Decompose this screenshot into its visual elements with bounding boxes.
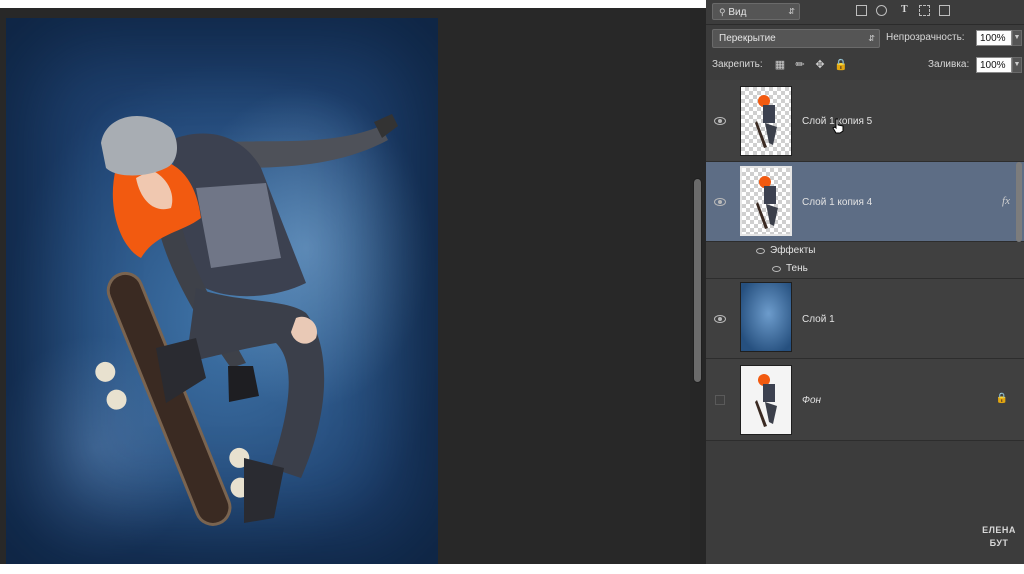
lock-all-icon[interactable]: 🔒 xyxy=(834,59,848,71)
layer-row-copy-5[interactable]: Слой 1 копия 5 xyxy=(706,80,1024,162)
filter-shape-icon[interactable] xyxy=(919,5,930,16)
document-canvas[interactable] xyxy=(6,18,438,564)
visibility-toggle-empty[interactable] xyxy=(715,395,725,405)
layer-name[interactable]: Слой 1 копия 4 xyxy=(802,197,872,208)
effect-name: Тень xyxy=(786,263,808,274)
effect-visibility-eye-icon[interactable] xyxy=(772,266,781,272)
lock-move-icon[interactable]: ✥ xyxy=(814,59,826,71)
fill-field[interactable]: 100% xyxy=(976,57,1012,73)
layer-thumbnail xyxy=(740,86,792,156)
updown-icon: ⇵ xyxy=(788,7,795,16)
layer-row-copy-4[interactable]: Слой 1 копия 4 fx xyxy=(706,162,1024,242)
opacity-label: Непрозрачность: xyxy=(886,32,965,43)
updown-icon: ⇵ xyxy=(868,34,875,43)
fill-label: Заливка: xyxy=(928,59,970,70)
layer-thumbnail xyxy=(740,166,792,236)
blend-mode-value: Перекрытие xyxy=(719,33,776,44)
layer-row-background[interactable]: Фон 🔒 xyxy=(706,359,1024,441)
filter-smartobject-icon[interactable] xyxy=(939,5,950,16)
skater-thumb xyxy=(755,374,777,427)
blend-mode-select[interactable]: Перекрытие ⇵ xyxy=(712,29,880,48)
layer-thumbnail xyxy=(740,282,792,352)
lock-brush-icon[interactable]: ✏ xyxy=(794,59,806,71)
layer-name[interactable]: Слой 1 xyxy=(802,314,835,325)
fx-icon[interactable]: fx xyxy=(1002,195,1010,207)
opacity-field[interactable]: 100% xyxy=(976,30,1012,46)
search-icon: ⚲ xyxy=(719,7,726,17)
blend-row: Перекрытие ⇵ Непрозрачность: 100% ▼ xyxy=(706,26,1024,52)
filter-type-icon[interactable]: T xyxy=(901,4,908,15)
layer-name[interactable]: Фон xyxy=(802,395,821,406)
visibility-eye-icon[interactable] xyxy=(714,117,726,125)
effect-visibility-eye-icon[interactable] xyxy=(756,248,765,254)
layers-panel: ⚲ Вид ⇵ T Перекрытие ⇵ Непрозрачность: 1… xyxy=(706,0,1024,564)
pointer-cursor-icon xyxy=(832,118,844,134)
opacity-dropdown-button[interactable]: ▼ xyxy=(1012,30,1022,46)
lock-label: Закрепить: xyxy=(712,59,763,70)
skater-thumb xyxy=(755,95,777,148)
panel-scrollbar-thumb[interactable] xyxy=(1016,162,1022,242)
lock-row: Закрепить: ▦ ✏ ✥ 🔒 Заливка: 100% ▼ xyxy=(706,52,1024,81)
layer-filter-row: ⚲ Вид ⇵ T xyxy=(706,0,1024,25)
canvas-vertical-scrollbar[interactable] xyxy=(690,8,706,564)
fill-dropdown-button[interactable]: ▼ xyxy=(1012,57,1022,73)
canvas-workspace[interactable] xyxy=(0,8,690,564)
layer-row-layer-1[interactable]: Слой 1 xyxy=(706,279,1024,359)
layer-thumbnail xyxy=(740,365,792,435)
lock-icon: 🔒 xyxy=(995,393,1008,404)
filter-kind-select[interactable]: ⚲ Вид ⇵ xyxy=(712,3,800,20)
filter-adjustment-icon[interactable] xyxy=(876,5,887,16)
effects-label: Эффекты xyxy=(770,245,816,256)
watermark: ЕЛЕНА БУТ xyxy=(978,524,1020,550)
watermark-line1: ЕЛЕНА xyxy=(982,525,1016,535)
scrollbar-thumb[interactable] xyxy=(693,178,702,383)
filter-pixel-icon[interactable] xyxy=(856,5,867,16)
visibility-eye-icon[interactable] xyxy=(714,315,726,323)
skater-thumb xyxy=(756,176,778,229)
skater-figure xyxy=(95,114,398,526)
effects-row[interactable]: Эффекты xyxy=(706,242,1024,260)
lock-transparency-icon[interactable]: ▦ xyxy=(774,59,786,71)
watermark-line2: БУТ xyxy=(989,538,1009,548)
effect-item-row[interactable]: Тень xyxy=(706,260,1024,279)
visibility-eye-icon[interactable] xyxy=(714,198,726,206)
filter-kind-label: Вид xyxy=(728,7,747,18)
